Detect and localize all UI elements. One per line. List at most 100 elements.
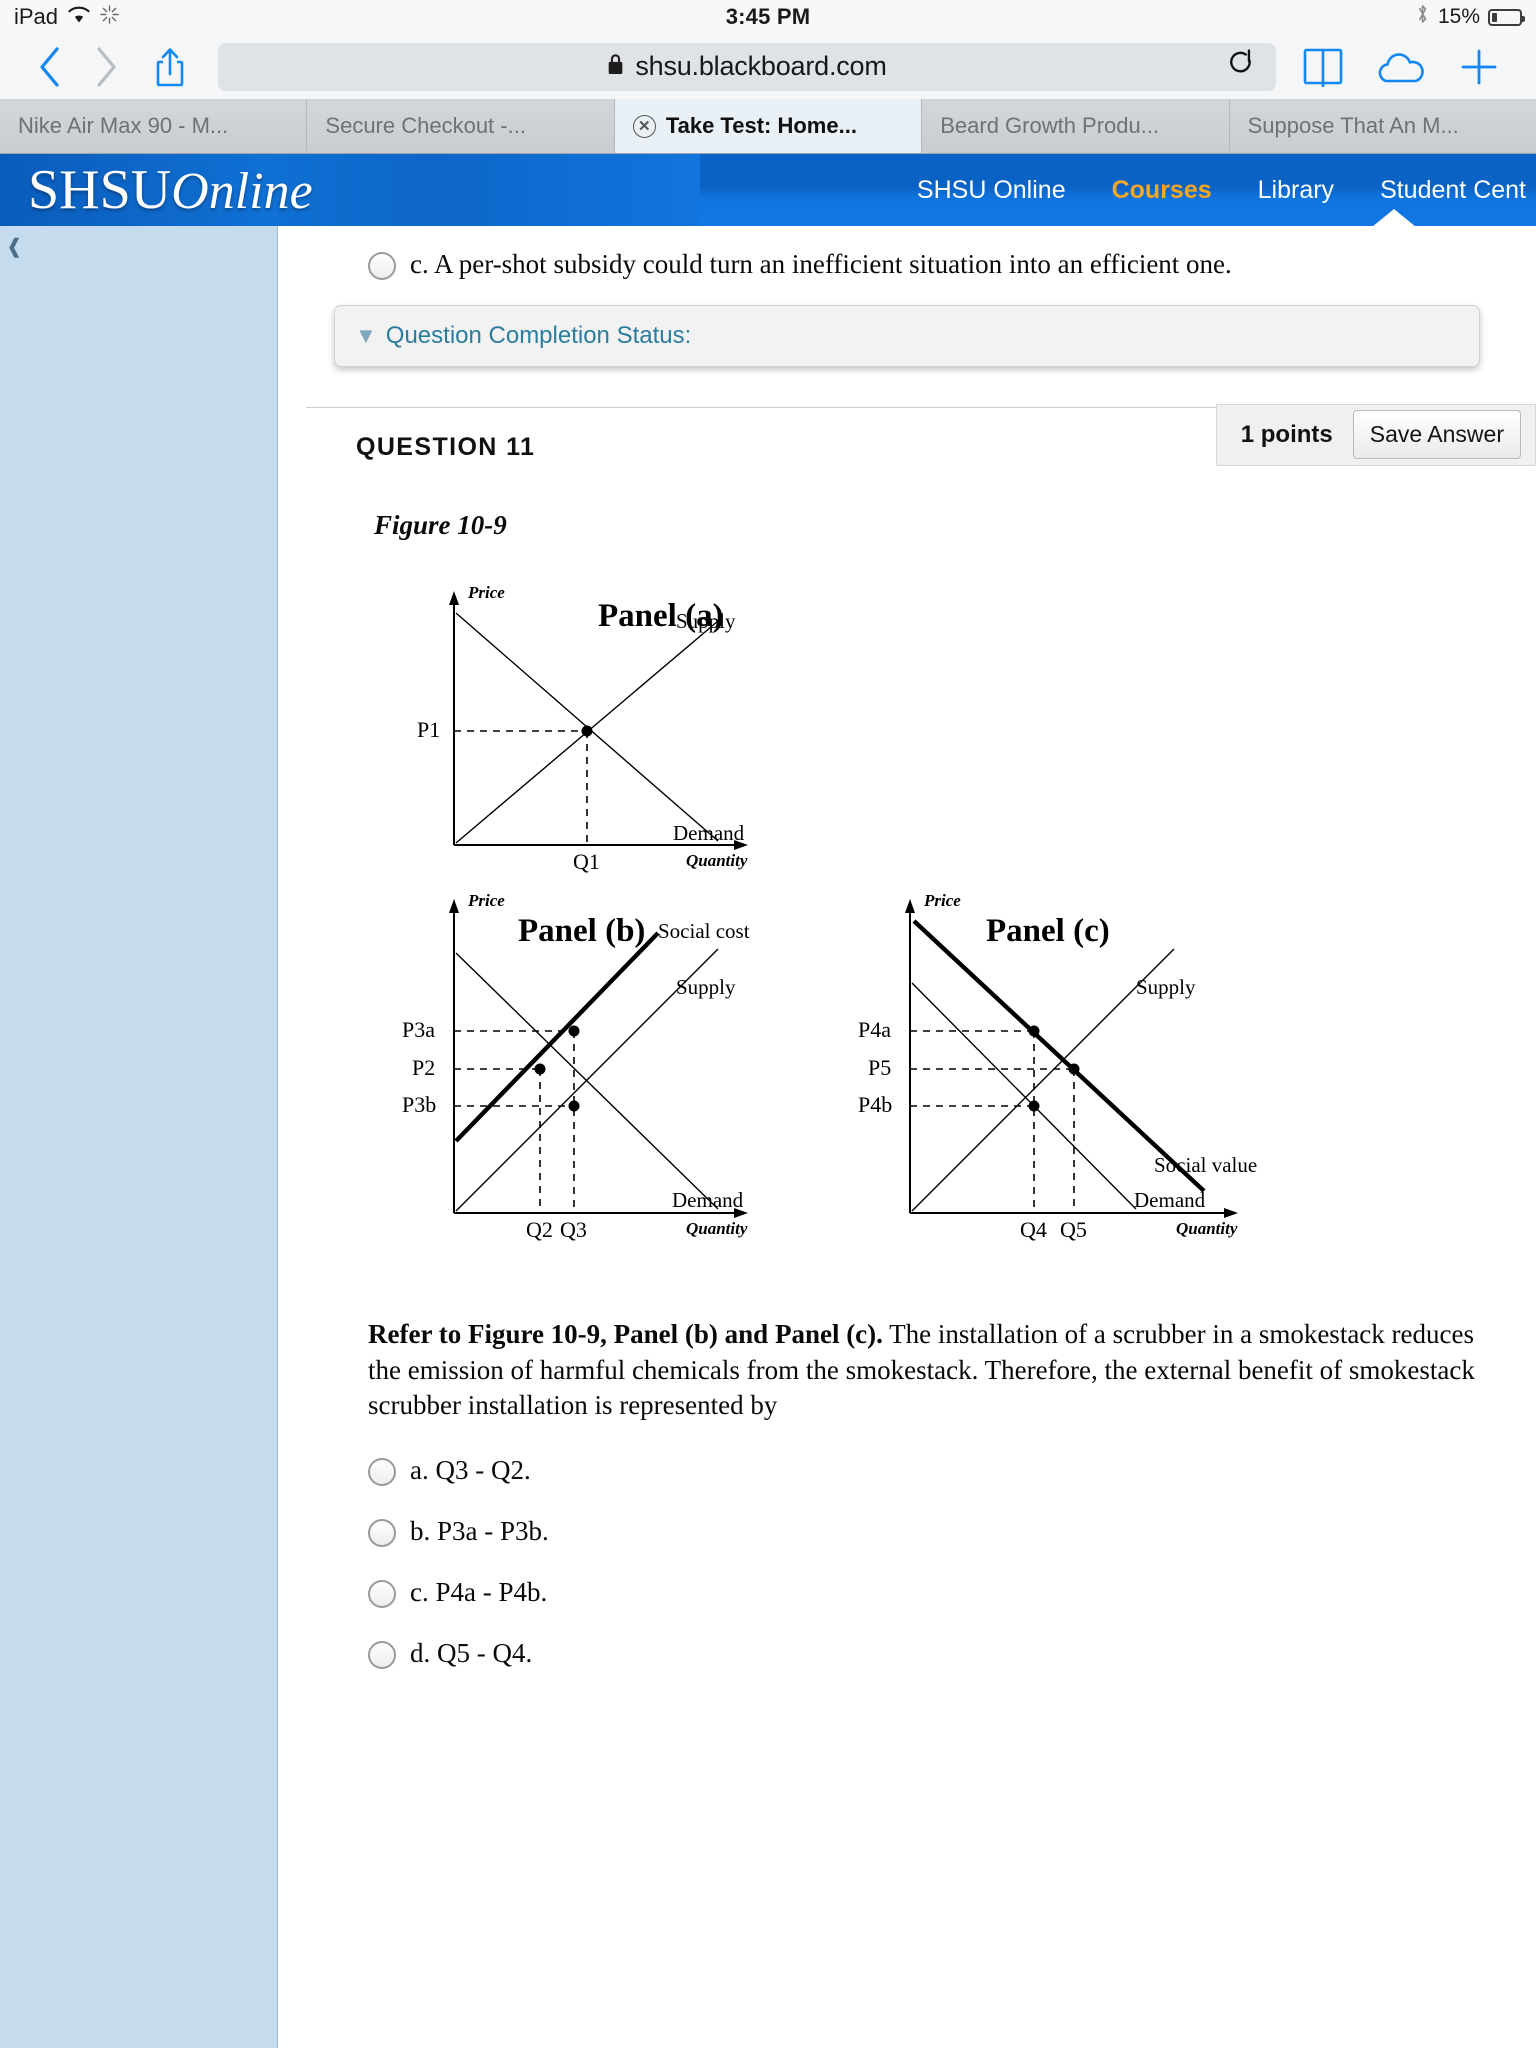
panel-a-supply-label: Supply — [676, 608, 736, 633]
forward-button[interactable] — [78, 41, 134, 93]
option-label: b. P3a - P3b. — [410, 1515, 549, 1546]
question-completion-status-panel[interactable]: ▼ Question Completion Status: — [334, 304, 1480, 367]
panel-b-ytick-p3b: P3b — [402, 1091, 437, 1117]
question-title: QUESTION 11 — [356, 433, 536, 462]
panel-a-ylabel: Price — [468, 582, 505, 602]
question-header: QUESTION 11 1 points Save Answer — [306, 403, 1536, 480]
option-label: c. A per-shot subsidy could turn an inef… — [410, 249, 1232, 279]
logo-online: Online — [171, 163, 313, 220]
question-points: 1 points — [1240, 420, 1333, 448]
close-icon[interactable]: ✕ — [632, 114, 656, 138]
panel-a-chart: Panel (a) Price Quantity Supply Demand P… — [417, 582, 838, 883]
browser-tab-0[interactable]: Nike Air Max 90 - M... — [0, 99, 308, 153]
panel-b-ylabel: Price — [468, 890, 505, 910]
reload-icon[interactable] — [1228, 48, 1254, 85]
lock-icon — [607, 53, 624, 81]
panel-a-demand-label: Demand — [673, 820, 745, 845]
figure-10-9: Panel (a) Price Quantity Supply Demand P… — [306, 583, 1508, 1251]
radio-button[interactable] — [368, 1579, 396, 1608]
radio-button[interactable] — [368, 1457, 396, 1486]
question-completion-status-label: Question Completion Status: — [385, 321, 692, 349]
panel-b-xtick-q3: Q3 — [560, 1216, 587, 1242]
option-label: c. P4a - P4b. — [410, 1576, 548, 1607]
nav-item-shsu-online[interactable]: SHSU Online — [917, 176, 1066, 205]
bluetooth-icon — [1415, 3, 1430, 31]
battery-percent-label: 15% — [1437, 5, 1480, 28]
tab-label: Take Test: Home... — [665, 113, 857, 138]
panel-b-supply-label: Supply — [676, 974, 736, 999]
panel-c-xtick-q4: Q4 — [1020, 1216, 1047, 1242]
panel-b-demand-label: Demand — [672, 1187, 744, 1212]
tab-label: Suppose That An M... — [1247, 113, 1459, 138]
page-marker-triangle-icon — [1372, 209, 1416, 226]
tab-label: Beard Growth Produ... — [940, 113, 1160, 138]
address-bar[interactable]: shsu.blackboard.com — [218, 42, 1276, 91]
browser-toolbar: shsu.blackboard.com — [0, 34, 1536, 99]
site-header: SHSUOnline SHSU Online Courses Library S… — [0, 154, 1536, 226]
panel-b-xlabel: Quantity — [686, 1218, 748, 1238]
book-icon[interactable] — [1288, 41, 1358, 93]
site-navigation: SHSU Online Courses Library Student Cent — [917, 176, 1536, 205]
page-body: ❰ c. A per-shot subsidy could turn an in… — [0, 226, 1536, 2048]
panel-c-ytick-p4b: P4b — [858, 1091, 893, 1117]
course-menu-sidebar[interactable]: ❰ — [0, 226, 278, 2048]
option-label: a. Q3 - Q2. — [410, 1454, 531, 1485]
panel-c-xlabel: Quantity — [1176, 1218, 1238, 1238]
tab-label: Nike Air Max 90 - M... — [18, 113, 229, 138]
status-right-group: 15% — [1415, 0, 1525, 34]
browser-tab-3[interactable]: Beard Growth Produ... — [922, 99, 1230, 153]
radio-button[interactable] — [368, 252, 396, 280]
nav-item-courses[interactable]: Courses — [1112, 176, 1212, 205]
address-bar-content: shsu.blackboard.com — [607, 51, 887, 82]
clock: 3:45 PM — [725, 4, 811, 29]
panel-c-title: Panel (c) — [986, 912, 1110, 949]
nav-item-library[interactable]: Library — [1258, 176, 1334, 205]
panel-a-ytick-p1: P1 — [417, 716, 441, 742]
radio-button[interactable] — [368, 1640, 396, 1669]
answer-option-c[interactable]: c. P4a - P4b. — [306, 1576, 1508, 1609]
panel-c-chart: Panel (c) Price Quantity Supply Social v… — [858, 890, 1294, 1251]
panel-b-social-cost-label: Social cost — [658, 918, 750, 943]
radio-button[interactable] — [368, 1518, 396, 1547]
panel-c-ylabel: Price — [924, 890, 961, 910]
test-content: c. A per-shot subsidy could turn an inef… — [278, 226, 1536, 2048]
save-answer-button[interactable]: Save Answer — [1352, 410, 1521, 460]
panel-c-demand-label: Demand — [1134, 1187, 1206, 1212]
answer-options: a. Q3 - Q2. b. P3a - P3b. c. P4a - P4b. … — [306, 1454, 1508, 1670]
answer-option-a[interactable]: a. Q3 - Q2. — [306, 1454, 1508, 1487]
share-icon[interactable] — [134, 41, 206, 93]
battery-icon — [1488, 8, 1525, 26]
question-meta-bar: 1 points Save Answer — [1215, 403, 1536, 466]
option-label: d. Q5 - Q4. — [410, 1637, 533, 1668]
panel-b-chart: Panel (b) Price Quantity Social cost Sup… — [402, 890, 838, 1251]
nav-item-student-center[interactable]: Student Cent — [1380, 176, 1526, 205]
answer-option-d[interactable]: d. Q5 - Q4. — [306, 1637, 1508, 1670]
panel-c-supply-label: Supply — [1136, 974, 1196, 999]
panel-c-ytick-p4a: P4a — [858, 1016, 891, 1042]
previous-question-option-c[interactable]: c. A per-shot subsidy could turn an inef… — [306, 248, 1508, 281]
browser-tab-2[interactable]: ✕ Take Test: Home... — [614, 99, 923, 153]
panel-b-title: Panel (b) — [518, 912, 646, 949]
panel-b-ytick-p2: P2 — [412, 1054, 436, 1080]
figure-row-bottom: Panel (b) Price Quantity Social cost Sup… — [306, 891, 1508, 1251]
panel-b-ytick-p3a: P3a — [402, 1016, 435, 1042]
sidebar-collapse-handle-icon[interactable]: ❰ — [6, 234, 23, 259]
cloud-icon[interactable] — [1366, 41, 1436, 93]
panel-c-xtick-q5: Q5 — [1060, 1216, 1087, 1242]
site-logo[interactable]: SHSUOnline — [28, 162, 313, 218]
answer-option-b[interactable]: b. P3a - P3b. — [306, 1515, 1508, 1548]
back-button[interactable] — [22, 41, 78, 93]
panel-a-xlabel: Quantity — [686, 850, 748, 870]
panel-c-social-value-label: Social value — [1154, 1152, 1258, 1177]
browser-tab-4[interactable]: Suppose That An M... — [1229, 99, 1536, 153]
chevron-double-down-icon[interactable]: ▼ — [355, 323, 377, 349]
panel-c-ytick-p5: P5 — [868, 1054, 892, 1080]
toolbar-right-group — [1288, 41, 1514, 93]
browser-tab-1[interactable]: Secure Checkout -... — [307, 99, 615, 153]
figure-caption: Figure 10-9 — [374, 509, 507, 540]
question-prompt-bold: Refer to Figure 10-9, Panel (b) and Pane… — [368, 1318, 883, 1349]
logo-shsu: SHSU — [28, 159, 172, 221]
ios-status-bar: iPad 3:45 PM 15% — [0, 0, 1536, 34]
plus-icon[interactable] — [1444, 41, 1514, 93]
tab-bar: Nike Air Max 90 - M... Secure Checkout -… — [0, 99, 1536, 154]
